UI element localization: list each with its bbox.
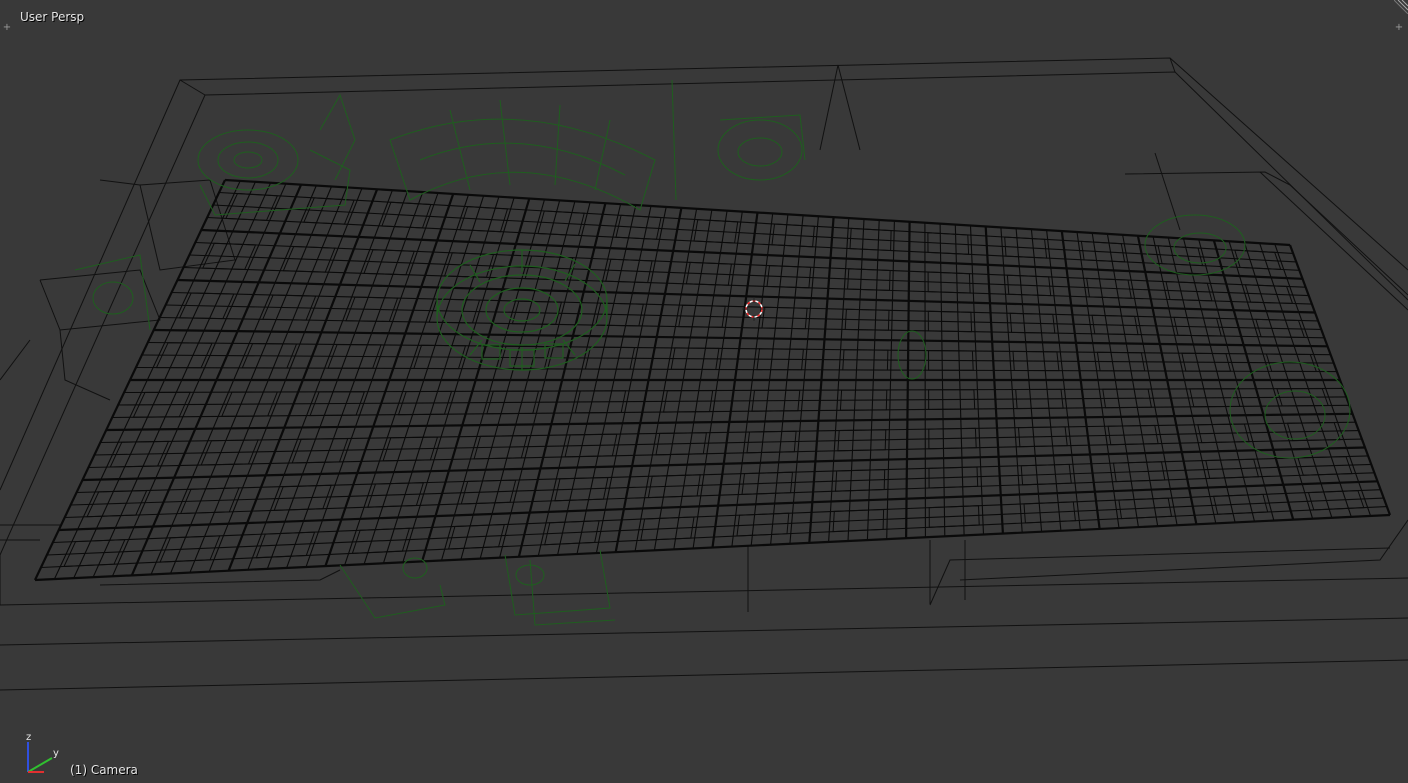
3d-viewport[interactable]: User Persp + + z y (1) Camera	[0, 0, 1408, 783]
grid-line	[58, 480, 1378, 532]
corner-drag-icon[interactable]	[1394, 0, 1408, 14]
axis-gizmo: z y	[26, 732, 59, 773]
area-split-right-icon[interactable]: +	[1394, 23, 1404, 33]
view-name-label: User Persp	[20, 10, 85, 24]
active-object-label: (1) Camera	[70, 763, 138, 777]
y-axis-line	[27, 757, 53, 773]
room-wireframe	[0, 57, 1408, 691]
grid-line	[94, 430, 1359, 456]
grid-line	[224, 178, 1291, 247]
z-axis-label: z	[26, 732, 31, 743]
wireframe-scene[interactable]	[0, 0, 1408, 783]
floor-grid-mesh	[34, 178, 1392, 582]
3d-cursor-icon[interactable]	[742, 297, 766, 321]
grid-line	[64, 472, 1375, 519]
grid-line	[189, 254, 1309, 297]
area-split-left-icon[interactable]: +	[2, 23, 12, 33]
y-axis-label: y	[53, 748, 59, 759]
grid-line	[195, 241, 1306, 288]
grid-line	[70, 463, 1372, 506]
grid-line	[207, 216, 1300, 271]
central-cylinder	[436, 249, 608, 371]
